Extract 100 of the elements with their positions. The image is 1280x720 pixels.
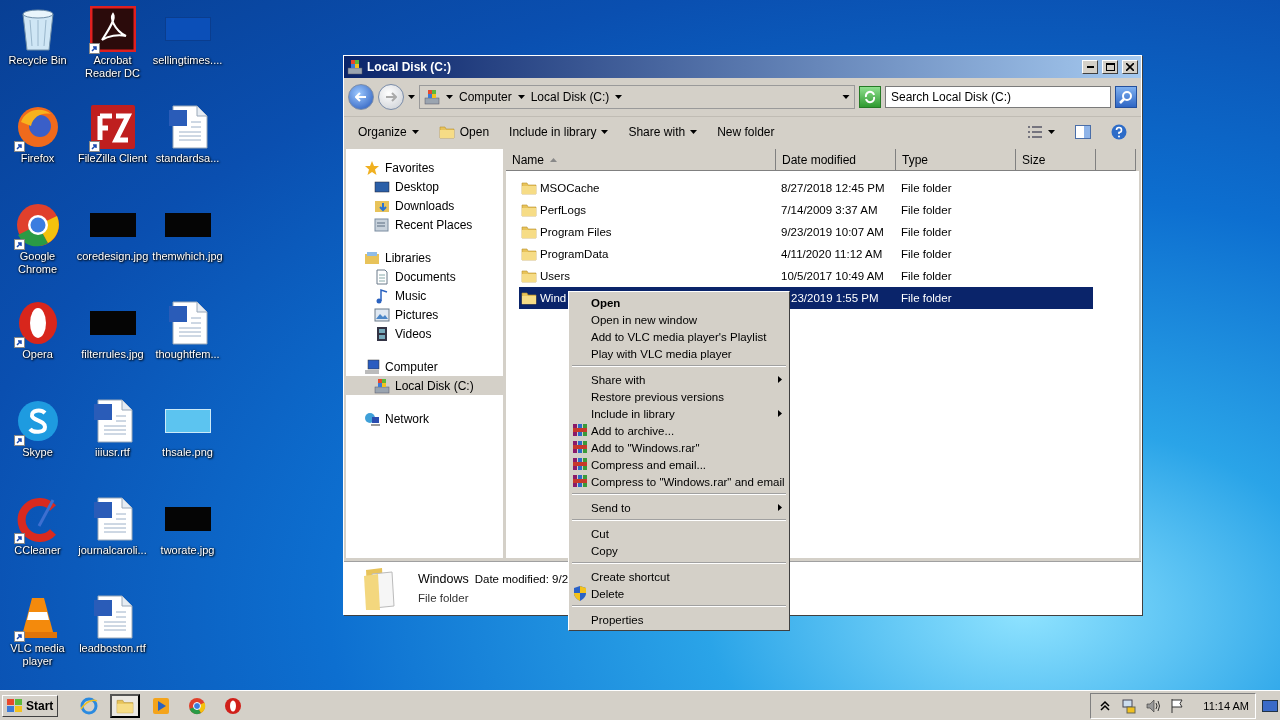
menu-item[interactable]: Open — [570, 294, 788, 311]
clock[interactable]: 11:14 AM — [1203, 699, 1249, 712]
toolbar-button[interactable]: Open — [430, 121, 498, 143]
forward-button[interactable] — [378, 84, 404, 110]
help-icon — [1111, 124, 1127, 140]
menu-item[interactable]: Copy — [570, 542, 788, 559]
menu-item[interactable]: Add to "Windows.rar" — [570, 439, 788, 456]
menu-item[interactable]: Properties — [570, 611, 788, 628]
file-row[interactable]: Users 10/5/2017 10:49 AM File folder — [519, 265, 1093, 287]
toolbar-button[interactable]: New folder — [709, 122, 783, 142]
desktop-icon[interactable]: filterrules.jpg — [75, 298, 150, 396]
nav-item[interactable]: Downloads — [346, 196, 503, 215]
desktop-icon[interactable]: sellingtimes.... — [150, 4, 225, 102]
breadcrumb[interactable]: Local Disk (C:) — [530, 90, 610, 104]
desktop-icon[interactable]: CCleaner — [0, 494, 75, 592]
refresh-button[interactable] — [859, 86, 881, 108]
desktop-icon[interactable]: standardsa... — [150, 102, 225, 200]
desktop-icon[interactable]: Opera — [0, 298, 75, 396]
column-header[interactable]: Name — [506, 149, 776, 171]
nav-item[interactable]: Network — [346, 409, 503, 428]
preview-pane-icon — [1075, 125, 1091, 139]
file-name-cell: Users — [519, 268, 776, 284]
flag-icon[interactable] — [1169, 697, 1186, 714]
menu-item[interactable]: Add to VLC media player's Playlist — [570, 328, 788, 345]
desktop-icon[interactable]: iiiusr.rtf — [75, 396, 150, 494]
windows-logo-icon — [7, 698, 23, 713]
refresh-icon — [863, 90, 877, 104]
back-button[interactable] — [348, 84, 374, 110]
menu-item[interactable]: Add to archive... — [570, 422, 788, 439]
menu-item[interactable]: Compress and email... — [570, 456, 788, 473]
volume-icon[interactable] — [1145, 697, 1162, 714]
desktop-icon[interactable]: themwhich.jpg — [150, 200, 225, 298]
opera-icon — [224, 696, 243, 715]
toolbar-button[interactable]: Share with — [620, 122, 706, 142]
nav-item[interactable]: Favorites — [346, 158, 503, 177]
network-icon[interactable] — [1121, 697, 1138, 714]
recent-places-icon — [374, 216, 390, 233]
minimize-icon — [1086, 66, 1094, 68]
nav-item[interactable]: Libraries — [346, 248, 503, 267]
menu-item[interactable]: Open in new window — [570, 311, 788, 328]
nav-item[interactable]: Computer — [346, 357, 503, 376]
nav-item[interactable]: Documents — [346, 267, 503, 286]
column-header[interactable]: Type — [896, 149, 1016, 171]
desktop-icon-label: journalcaroli... — [77, 544, 148, 557]
nav-item[interactable]: Local Disk (C:) — [346, 376, 503, 395]
desktop-icon[interactable]: tworate.jpg — [150, 494, 225, 592]
file-row[interactable]: PerfLogs 7/14/2009 3:37 AM File folder — [519, 199, 1093, 221]
column-header[interactable]: Size — [1016, 149, 1096, 171]
desktop-icon[interactable]: leadboston.rtf — [75, 592, 150, 690]
nav-label: Desktop — [395, 179, 440, 194]
file-name-cell: PerfLogs — [519, 202, 776, 218]
menu-item[interactable]: Compress to "Windows.rar" and email — [570, 473, 788, 490]
desktop-icon[interactable]: thoughtfem... — [150, 298, 225, 396]
menu-item[interactable]: Create shortcut — [570, 568, 788, 585]
menu-item[interactable]: Cut — [570, 525, 788, 542]
desktop-icon[interactable]: Acrobat Reader DC — [75, 4, 150, 102]
toolbar-button[interactable]: Include in library — [501, 122, 617, 142]
nav-label: Network — [385, 411, 429, 426]
menu-item[interactable]: Restore previous versions — [570, 388, 788, 405]
search-field[interactable]: Search Local Disk (C:) — [885, 86, 1111, 108]
desktop-icon[interactable]: coredesign.jpg — [75, 200, 150, 298]
desktop-icon[interactable]: Recycle Bin — [0, 4, 75, 102]
desktop-icon[interactable]: FileZilla Client — [75, 102, 150, 200]
menu-item[interactable]: Delete — [570, 585, 788, 602]
desktop-icon[interactable]: thsale.png — [150, 396, 225, 494]
column-header[interactable]: Date modified — [776, 149, 896, 171]
desktop-icon[interactable]: Firefox — [0, 102, 75, 200]
caret-icon — [690, 130, 698, 134]
network-icon — [364, 410, 380, 427]
search-button[interactable] — [1115, 86, 1137, 108]
file-row[interactable]: Program Files 9/23/2019 10:07 AM File folder — [519, 221, 1093, 243]
desktop-icon[interactable]: VLC media player — [0, 592, 75, 690]
toolbar-button[interactable]: Organize — [350, 122, 427, 142]
maximize-button[interactable] — [1102, 60, 1118, 74]
nav-label: Documents — [395, 269, 456, 284]
menu-item[interactable]: Play with VLC media player — [570, 345, 788, 362]
date-modified-text: Date modified: 9/2 — [474, 573, 569, 585]
nav-label: Pictures — [395, 307, 439, 322]
menu-item[interactable]: Include in library — [570, 405, 788, 422]
nav-item[interactable]: Desktop — [346, 177, 503, 196]
menu-item[interactable]: Share with — [570, 371, 788, 388]
file-row[interactable]: ProgramData 4/11/2020 11:12 AM File folder — [519, 243, 1093, 265]
nav-item[interactable]: Pictures — [346, 305, 503, 324]
breadcrumb[interactable]: Computer — [459, 90, 512, 104]
show-desktop-icon[interactable] — [1262, 699, 1278, 712]
desktop-icon-label: iiiusr.rtf — [94, 446, 131, 459]
desktop-icon[interactable]: Skype — [0, 396, 75, 494]
file-row[interactable]: MSOCache 8/27/2018 12:45 PM File folder — [519, 177, 1093, 199]
address-bar[interactable]: Computer Local Disk (C:) — [419, 85, 855, 109]
date-cell-text: 23/2019 1:55 PM — [790, 292, 880, 304]
menu-item[interactable]: Send to — [570, 499, 788, 516]
nav-item[interactable]: Music — [346, 286, 503, 305]
desktop-icon[interactable]: Google Chrome — [0, 200, 75, 298]
nav-item[interactable]: Videos — [346, 324, 503, 343]
taskbar-app-button[interactable] — [110, 693, 141, 718]
start-button[interactable]: Start — [2, 694, 59, 717]
desktop-icon[interactable]: journalcaroli... — [75, 494, 150, 592]
nav-item[interactable]: Recent Places — [346, 215, 503, 234]
minimize-button[interactable] — [1082, 60, 1098, 74]
close-button[interactable] — [1122, 60, 1138, 74]
